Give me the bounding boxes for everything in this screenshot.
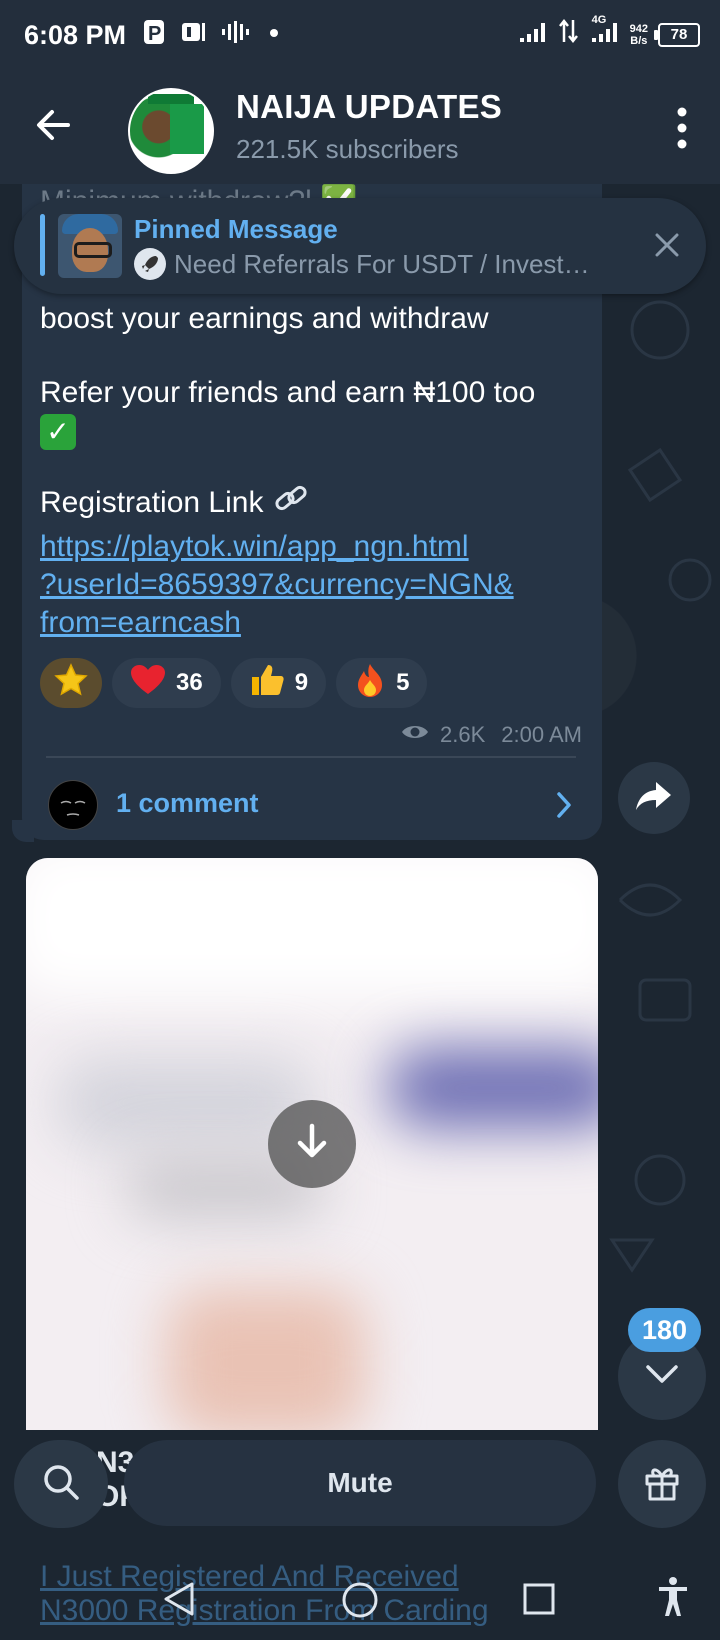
status-notification-icons: P <box>142 18 280 53</box>
chevron-down-icon <box>644 1362 680 1391</box>
reactions-row: 36 9 5 <box>40 658 428 708</box>
data-arrows-icon <box>558 18 580 51</box>
audio-wave-icon <box>220 19 254 52</box>
registration-label: Registration Link <box>40 485 264 519</box>
thumbs-up-icon <box>249 663 285 704</box>
net-speed: 942 B/s <box>630 23 648 47</box>
signal-4g-label: 4G <box>591 14 607 26</box>
search-icon <box>41 1462 81 1507</box>
search-button[interactable] <box>14 1440 108 1528</box>
link-line-1[interactable]: https://playtok.win/app_ngn.html <box>40 530 469 563</box>
blur-purple <box>386 1048 598 1128</box>
dot-icon <box>268 19 280 52</box>
link-emoji-icon <box>272 482 312 526</box>
pinned-accent-bar <box>40 214 45 276</box>
comments-divider <box>46 756 576 758</box>
mute-button[interactable]: Mute <box>124 1440 596 1526</box>
net-speed-value: 942 <box>629 22 648 35</box>
reaction-star[interactable] <box>40 658 102 708</box>
accessibility-icon[interactable] <box>656 1576 690 1623</box>
reaction-fire-count: 5 <box>396 669 410 696</box>
message-line-registration: Registration Link <box>40 482 312 526</box>
message-refer-text: Refer your friends and earn ₦100 too <box>40 376 536 409</box>
rocket-icon <box>134 248 166 280</box>
channel-title[interactable]: NAIJA UPDATES <box>236 88 502 126</box>
link-line-3[interactable]: from=earncash <box>40 606 241 639</box>
reaction-heart[interactable]: 36 <box>112 658 221 708</box>
message-meta: 2.6K 2:00 AM <box>400 722 582 748</box>
pinned-thumbnail <box>58 214 122 278</box>
svg-text:P: P <box>148 23 161 45</box>
reaction-thumbs-up[interactable]: 9 <box>230 658 327 708</box>
fire-icon <box>354 662 386 705</box>
nav-home-icon[interactable] <box>340 1580 380 1625</box>
status-bar: 6:08 PM P 4G 942 B/s 78 <box>0 0 720 70</box>
link-line-2[interactable]: ?userId=8659397&currency=NGN& <box>40 568 514 601</box>
pinned-thumb-glasses <box>74 242 112 258</box>
unread-count-badge: 180 <box>628 1308 702 1352</box>
net-speed-unit: B/s <box>630 34 648 47</box>
subscriber-count: 221.5K subscribers <box>236 134 459 164</box>
comments-label[interactable]: 1 comment <box>116 788 259 819</box>
close-icon[interactable] <box>654 232 680 258</box>
star-icon <box>54 662 88 704</box>
avatar-banner <box>170 104 204 154</box>
download-arrow-icon <box>292 1122 332 1167</box>
channel-avatar[interactable] <box>128 88 214 174</box>
message-line-earnings: boost your earnings and withdraw <box>40 302 489 335</box>
chevron-right-icon[interactable] <box>554 790 574 825</box>
views-eye-icon <box>400 722 430 748</box>
reaction-heart-count: 36 <box>176 669 203 696</box>
blur-top <box>26 858 598 998</box>
chat-header: NAIJA UPDATES 221.5K subscribers <box>0 70 720 184</box>
checkmark-emoji-icon: ✓ <box>40 414 76 451</box>
avatar-banner-top <box>148 94 194 104</box>
heart-icon <box>130 664 166 703</box>
nav-back-icon[interactable] <box>162 1580 196 1623</box>
more-menu-icon[interactable] <box>672 104 692 154</box>
parking-app-icon: P <box>142 18 166 53</box>
reaction-thumbs-count: 9 <box>294 669 309 696</box>
pinned-text: Need Referrals For USDT / Invest… <box>174 248 590 279</box>
commenter-avatar <box>48 780 98 830</box>
message-line-refer: Refer your friends and earn ₦100 too ✓ <box>40 374 536 451</box>
view-count: 2.6K <box>440 722 486 747</box>
system-nav-bar <box>0 1560 720 1640</box>
pinned-body: Need Referrals For USDT / Invest… <box>134 248 590 280</box>
gift-button[interactable] <box>618 1440 706 1528</box>
pinned-title: Pinned Message <box>134 214 338 244</box>
message-time: 2:00 AM <box>501 722 582 747</box>
blur-skin <box>166 1288 366 1430</box>
pinned-message-bar[interactable]: Pinned Message Need Referrals For USDT /… <box>14 198 706 294</box>
comments-row[interactable]: 1 comment <box>22 766 602 840</box>
download-button[interactable] <box>268 1100 356 1188</box>
status-time: 6:08 PM <box>24 20 127 50</box>
registration-link[interactable]: https://playtok.win/app_ngn.html ?userId… <box>40 528 580 642</box>
reaction-fire[interactable]: 5 <box>336 658 428 708</box>
media-app-icon <box>180 19 206 52</box>
share-forward-button[interactable] <box>618 762 690 834</box>
signal-icon <box>518 18 548 51</box>
battery-indicator: 78 <box>654 22 700 47</box>
back-arrow-icon[interactable] <box>30 100 80 150</box>
signal-4g-icon: 4G <box>590 14 620 51</box>
status-system-icons: 4G 942 B/s 78 <box>518 14 700 51</box>
nav-recents-icon[interactable] <box>522 1582 556 1621</box>
gift-icon <box>642 1462 682 1507</box>
forward-arrow-icon <box>634 779 674 818</box>
